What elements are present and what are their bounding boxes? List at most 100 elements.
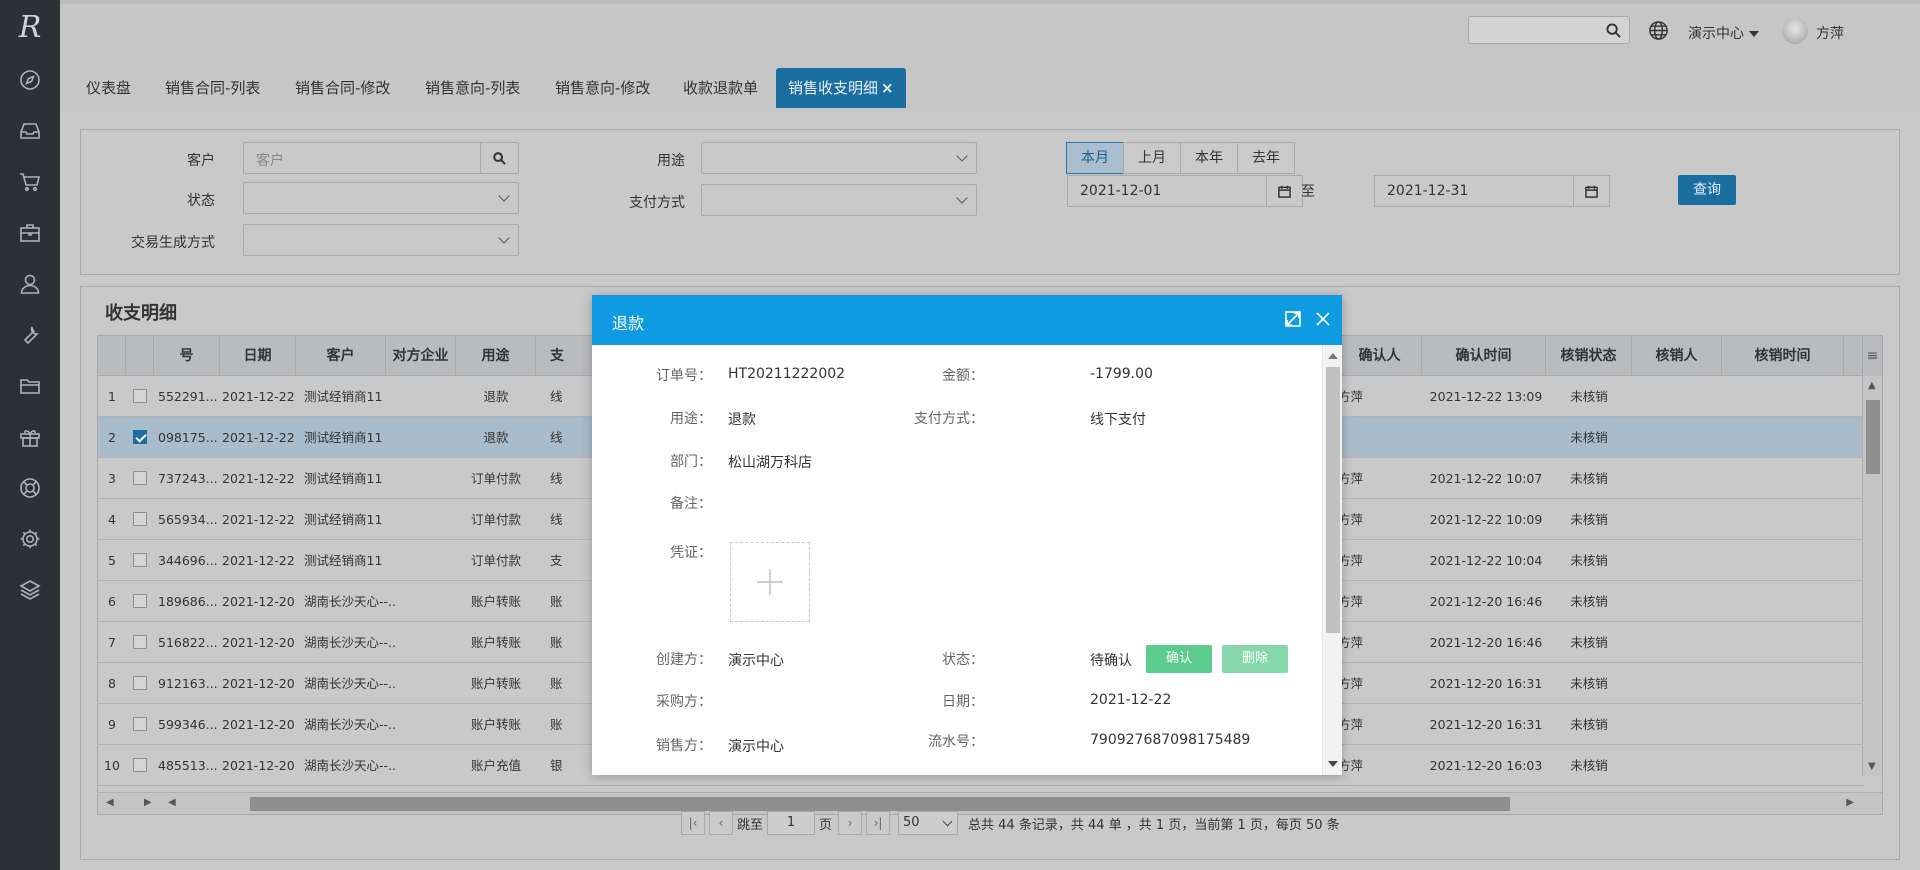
header-date[interactable]: 日期 — [220, 336, 296, 376]
refund-dialog: 退款 订单号： HT20211222002 金额： -1799.00 用途： 退… — [592, 295, 1342, 775]
username[interactable]: 方萍 — [1816, 23, 1844, 43]
page-size-select[interactable]: 50 — [898, 811, 959, 835]
lifebuoy-icon[interactable] — [0, 462, 60, 513]
briefcase-icon[interactable] — [0, 207, 60, 258]
scroll-right-icon[interactable]: ▶ — [144, 797, 152, 808]
cell-n: 6 — [108, 594, 116, 609]
calendar-icon[interactable] — [1573, 176, 1609, 206]
cell-no: 344696... — [158, 553, 218, 568]
close-icon[interactable]: × — [881, 79, 894, 97]
cell-use: 账户充值 — [470, 758, 521, 773]
period-this-year[interactable]: 本年 — [1180, 142, 1238, 174]
prev-page-button[interactable]: ‹ — [709, 811, 733, 835]
scroll-up-icon[interactable] — [1328, 353, 1338, 359]
org-switcher[interactable]: 演示中心 — [1688, 23, 1759, 43]
tab-sales-contract-edit[interactable]: 销售合同-修改 — [283, 68, 402, 108]
vertical-scrollbar[interactable]: ▲ ▼ — [1862, 376, 1882, 776]
inbox-icon[interactable] — [0, 105, 60, 156]
settings-icon[interactable] — [0, 513, 60, 564]
row-checkbox[interactable] — [133, 717, 147, 731]
compass-icon[interactable] — [0, 54, 60, 105]
row-checkbox[interactable] — [133, 430, 147, 444]
cell-no: 912163... — [158, 676, 218, 691]
period-last-month[interactable]: 上月 — [1123, 142, 1181, 174]
cell-use: 账户转账 — [470, 594, 521, 609]
header-customer[interactable]: 客户 — [296, 336, 386, 376]
purpose-select[interactable] — [701, 142, 977, 174]
row-checkbox[interactable] — [133, 635, 147, 649]
search-icon[interactable] — [480, 143, 518, 173]
wrench-icon[interactable] — [0, 309, 60, 360]
scrollbar-thumb[interactable] — [1326, 367, 1340, 633]
row-checkbox[interactable] — [133, 471, 147, 485]
pay-method-select[interactable] — [701, 184, 977, 216]
page-input[interactable]: 1 — [767, 811, 816, 835]
avatar[interactable] — [1782, 18, 1808, 44]
last-page-button[interactable]: ›| — [866, 811, 891, 835]
scroll-down-icon[interactable] — [1328, 761, 1338, 767]
header-writeoff-status[interactable]: 核销状态 — [1546, 336, 1632, 376]
tab-dashboard[interactable]: 仪表盘 — [74, 68, 143, 108]
scroll-left-icon[interactable]: ◀ — [168, 797, 176, 808]
tab-sales-intent-edit[interactable]: 销售意向-修改 — [543, 68, 662, 108]
header-confirm-time[interactable]: 确认时间 — [1422, 336, 1546, 376]
trade-method-select[interactable] — [243, 224, 519, 256]
order-no-label: 订单号： — [656, 368, 712, 384]
customer-label: 客户 — [187, 153, 215, 169]
first-page-button[interactable]: |‹ — [681, 811, 705, 835]
tab-sales-income-expense[interactable]: 销售收支明细 × — [776, 68, 906, 108]
scroll-right-icon[interactable]: ▶ — [1846, 797, 1854, 808]
cell-use: 订单付款 — [470, 512, 521, 527]
delete-button[interactable]: 删除 — [1222, 645, 1288, 673]
customer-input[interactable]: 客户 — [243, 142, 519, 174]
tab-sales-contract-list[interactable]: 销售合同-列表 — [153, 68, 272, 108]
header-purpose[interactable]: 用途 — [456, 336, 536, 376]
gift-icon[interactable] — [0, 411, 60, 462]
header-counterparty[interactable]: 对方企业 — [386, 336, 456, 376]
global-search-input[interactable] — [1468, 16, 1630, 44]
cell-status: 未核销 — [1570, 430, 1608, 445]
row-checkbox[interactable] — [133, 389, 147, 403]
close-icon[interactable] — [1314, 310, 1332, 328]
globe-icon[interactable] — [1648, 20, 1669, 41]
status-select[interactable] — [243, 182, 519, 214]
scrollbar-thumb[interactable] — [1866, 400, 1880, 474]
row-checkbox[interactable] — [133, 553, 147, 567]
header-writeoff-time[interactable]: 核销时间 — [1722, 336, 1844, 376]
folder-icon[interactable] — [0, 360, 60, 411]
row-checkbox[interactable] — [133, 512, 147, 526]
cell-cust: 湖南长沙天心--... — [304, 594, 396, 609]
cart-icon[interactable] — [0, 156, 60, 207]
dialog-scrollbar[interactable] — [1322, 345, 1342, 775]
user-icon[interactable] — [0, 258, 60, 309]
row-checkbox[interactable] — [133, 758, 147, 772]
scroll-down-icon[interactable]: ▼ — [1868, 761, 1876, 772]
serial-value: 790927687098175489 — [1090, 732, 1251, 748]
next-page-button[interactable]: › — [838, 811, 863, 835]
app-logo[interactable]: R — [0, 0, 60, 54]
maximize-icon[interactable] — [1284, 310, 1302, 328]
voucher-upload[interactable] — [730, 542, 810, 622]
tab-receipt-refund[interactable]: 收款退款单 — [671, 68, 770, 108]
row-checkbox[interactable] — [133, 676, 147, 690]
row-checkbox[interactable] — [133, 594, 147, 608]
query-button[interactable]: 查询 — [1678, 175, 1736, 205]
date-to-input[interactable]: 2021-12-31 — [1374, 175, 1610, 207]
confirm-button[interactable]: 确认 — [1146, 645, 1212, 673]
layers-icon[interactable] — [0, 564, 60, 615]
tab-sales-intent-list[interactable]: 销售意向-列表 — [413, 68, 532, 108]
chevron-down-icon — [956, 150, 968, 162]
header-writeoff-user[interactable]: 核销人 — [1632, 336, 1722, 376]
cell-no: 485513... — [158, 758, 218, 773]
scroll-up-icon[interactable]: ▲ — [1868, 380, 1876, 391]
header-no[interactable]: 号 — [154, 336, 220, 376]
remark-label: 备注： — [670, 496, 712, 512]
column-menu-icon[interactable]: ≡ — [1862, 336, 1882, 376]
cell-status: 未核销 — [1570, 635, 1608, 650]
period-this-month[interactable]: 本月 — [1066, 142, 1124, 174]
period-last-year[interactable]: 去年 — [1237, 142, 1295, 174]
scroll-left-icon[interactable]: ◀ — [106, 797, 114, 808]
cell-no: 516822... — [158, 635, 218, 650]
search-icon[interactable] — [1606, 23, 1621, 38]
header-confirmer[interactable]: 确认人 — [1338, 336, 1422, 376]
